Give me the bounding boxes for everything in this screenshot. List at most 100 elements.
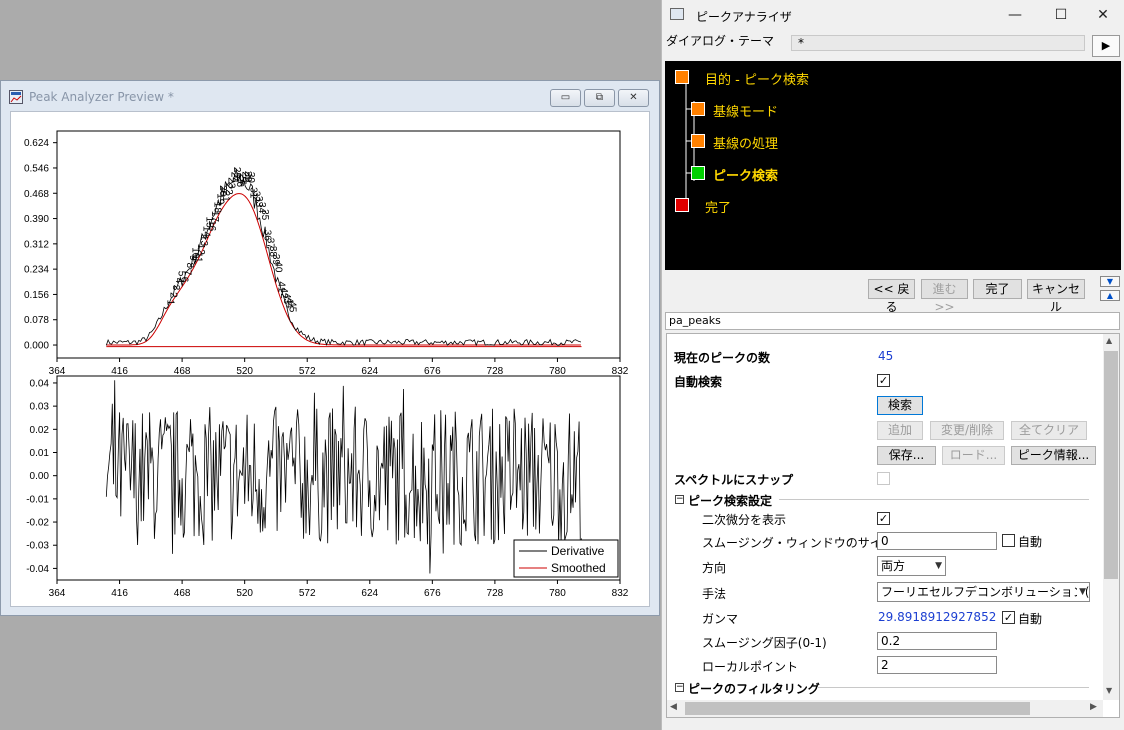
finish-button[interactable]: 完了 [973, 279, 1022, 299]
top-plot-x-tick-label: 780 [549, 366, 566, 377]
top-plot-y-tick-label: 0.000 [24, 341, 49, 352]
bottom-plot-x-tick-label: 624 [361, 588, 378, 599]
smoothing-window-auto-label: 自動 [1018, 535, 1043, 549]
gamma-value[interactable]: 29.8918912927852 [878, 610, 996, 624]
top-plot-x-tick-label: 676 [424, 366, 441, 377]
smoothing-window-input[interactable]: 0 [877, 532, 997, 550]
snap-to-spectrum-checkbox[interactable] [877, 472, 890, 485]
graph-window-icon [9, 90, 23, 104]
bottom-plot-y-tick-label: -0.04 [26, 564, 49, 575]
gamma-auto-label: 自動 [1018, 612, 1043, 626]
section-divider [779, 499, 1089, 500]
step-node-baseline-mode[interactable] [691, 102, 705, 116]
close-icon[interactable]: ✕ [1080, 0, 1124, 30]
top-plot-x-tick-label: 624 [361, 366, 378, 377]
bottom-plot-x-tick-label: 416 [111, 588, 128, 599]
step-node-baseline-treatment[interactable] [691, 134, 705, 148]
peak-marker-label: 40 [273, 261, 284, 273]
horizontal-scroll-thumb[interactable] [685, 702, 1030, 715]
top-plot-y-tick-label: 0.390 [24, 214, 49, 225]
bottom-plot-x-tick-label: 780 [549, 588, 566, 599]
peak-count-label: 現在のピークの数 [674, 351, 771, 365]
peak-info-button[interactable]: ピーク情報... [1011, 446, 1096, 465]
dialog-app-icon [670, 8, 684, 20]
top-plot-y-tick-label: 0.078 [24, 315, 49, 326]
scroll-left-icon[interactable]: ◀ [670, 702, 677, 712]
section-divider [817, 687, 1089, 688]
expand-arrow-icon[interactable]: ▼ [1100, 276, 1120, 287]
bottom-plot-x-tick-label: 468 [174, 588, 191, 599]
clear-all-button[interactable]: 全てクリア [1011, 421, 1087, 440]
minimize-icon[interactable]: — [992, 0, 1038, 30]
add-button[interactable]: 追加 [877, 421, 923, 440]
method-select[interactable]: フーリエセルフデコンボリューション(Pr ▼ [877, 582, 1090, 602]
peak-analyzer-dialog: ピークアナライザ — ☐ ✕ ダイアログ・テーマ * ▶ 目的 - ピーク検索 … [661, 0, 1124, 730]
save-button[interactable]: 保存... [877, 446, 936, 465]
legend-smoothed-label: Smoothed [551, 561, 606, 575]
close-icon[interactable]: ✕ [618, 89, 649, 107]
smoothing-factor-input[interactable]: 0.2 [877, 632, 997, 650]
step-finish-label[interactable]: 完了 [705, 197, 731, 216]
collapse-section-icon[interactable]: − [675, 495, 684, 504]
scroll-up-icon[interactable]: ▲ [1106, 336, 1112, 345]
vertical-scroll-thumb[interactable] [1104, 351, 1118, 579]
smoothing-window-auto-checkbox[interactable] [1002, 534, 1015, 547]
bottom-plot-y-tick-label: -0.01 [26, 494, 49, 505]
top-plot-x-ticks: 364 416 468 520 572 624 676 728 780 832 [49, 358, 629, 377]
theme-menu-arrow-icon[interactable]: ▶ [1092, 35, 1120, 57]
next-button[interactable]: 進む >> [921, 279, 968, 314]
find-settings-section-label[interactable]: ピーク検索設定 [688, 492, 772, 509]
find-button[interactable]: 検索 [877, 396, 923, 415]
cancel-button[interactable]: キャンセル [1027, 279, 1085, 314]
direction-select[interactable]: 両方 ▼ [877, 556, 946, 576]
dialog-theme-field[interactable]: * [791, 35, 1085, 51]
minimize-icon[interactable]: ▭ [550, 89, 581, 107]
collapse-section-icon[interactable]: − [675, 683, 684, 692]
top-plot-y-tick-label: 0.468 [24, 189, 49, 200]
gamma-auto-checkbox[interactable]: ✓ [1002, 611, 1015, 624]
bottom-plot-y-tick-label: 0.04 [30, 378, 50, 389]
peak-marker-label: 30 [245, 172, 256, 184]
top-plot-y-tick-label: 0.234 [24, 265, 49, 276]
legend: Derivative Smoothed [513, 539, 619, 578]
peak-filtering-section-label[interactable]: ピークのフィルタリング [688, 680, 820, 697]
top-plot-x-tick-label: 468 [174, 366, 191, 377]
preview-canvas[interactable]: 0.624 0.546 0.468 0.390 0.312 0.234 0.156 0.078… [10, 111, 650, 607]
step-goal-label[interactable]: 目的 - ピーク検索 [705, 69, 809, 88]
bottom-plot-x-tick-label: 520 [236, 588, 253, 599]
smoothing-window-label: スムージング・ウィンドウのサイズ [702, 536, 894, 550]
show-2nd-derivative-checkbox[interactable]: ✓ [877, 512, 890, 525]
top-plot-x-tick-label: 832 [612, 366, 629, 377]
restore-icon[interactable]: ⧉ [584, 89, 615, 107]
collapse-arrow-icon[interactable]: ▲ [1100, 290, 1120, 301]
direction-value: 両方 [881, 559, 906, 573]
step-node-goal[interactable] [675, 70, 689, 84]
modify-delete-button[interactable]: 変更/削除 [930, 421, 1004, 440]
bottom-plot-y-tick-label: 0.00 [30, 471, 50, 482]
local-points-input[interactable]: 2 [877, 656, 997, 674]
show-2nd-derivative-label: 二次微分を表示 [702, 513, 787, 527]
scroll-right-icon[interactable]: ▶ [1090, 702, 1097, 712]
gamma-label: ガンマ [702, 612, 739, 626]
maximize-icon[interactable]: ☐ [1038, 0, 1084, 30]
bottom-plot-x-tick-label: 676 [424, 588, 441, 599]
scroll-down-icon[interactable]: ▼ [1106, 686, 1112, 695]
peak-analyzer-preview-window: Peak Analyzer Preview * ▭ ⧉ ✕ 0.624 0.546… [0, 80, 660, 616]
load-button[interactable]: ロード... [942, 446, 1005, 465]
peak-marker-label: 8 [184, 262, 195, 268]
auto-find-checkbox[interactable]: ✓ [877, 374, 890, 387]
local-points-label: ローカルポイント [702, 660, 799, 674]
step-node-find-peaks[interactable] [691, 166, 705, 180]
top-plot-y-tick-label: 0.312 [24, 239, 49, 250]
peak-marker-label: 45 [286, 301, 297, 313]
bottom-plot-y-tick-label: -0.03 [26, 541, 49, 552]
step-node-finish[interactable] [675, 198, 689, 212]
step-baseline-treatment-label[interactable]: 基線の処理 [713, 133, 778, 152]
direction-label: 方向 [702, 561, 727, 575]
bottom-plot-x-tick-label: 728 [487, 588, 504, 599]
peak-marker-label: 7 [181, 270, 192, 276]
theme-name-field[interactable]: pa_peaks [665, 312, 1120, 330]
step-baseline-mode-label[interactable]: 基線モード [713, 101, 778, 120]
back-button[interactable]: << 戻る [868, 279, 915, 314]
step-find-peaks-label[interactable]: ピーク検索 [713, 165, 778, 184]
